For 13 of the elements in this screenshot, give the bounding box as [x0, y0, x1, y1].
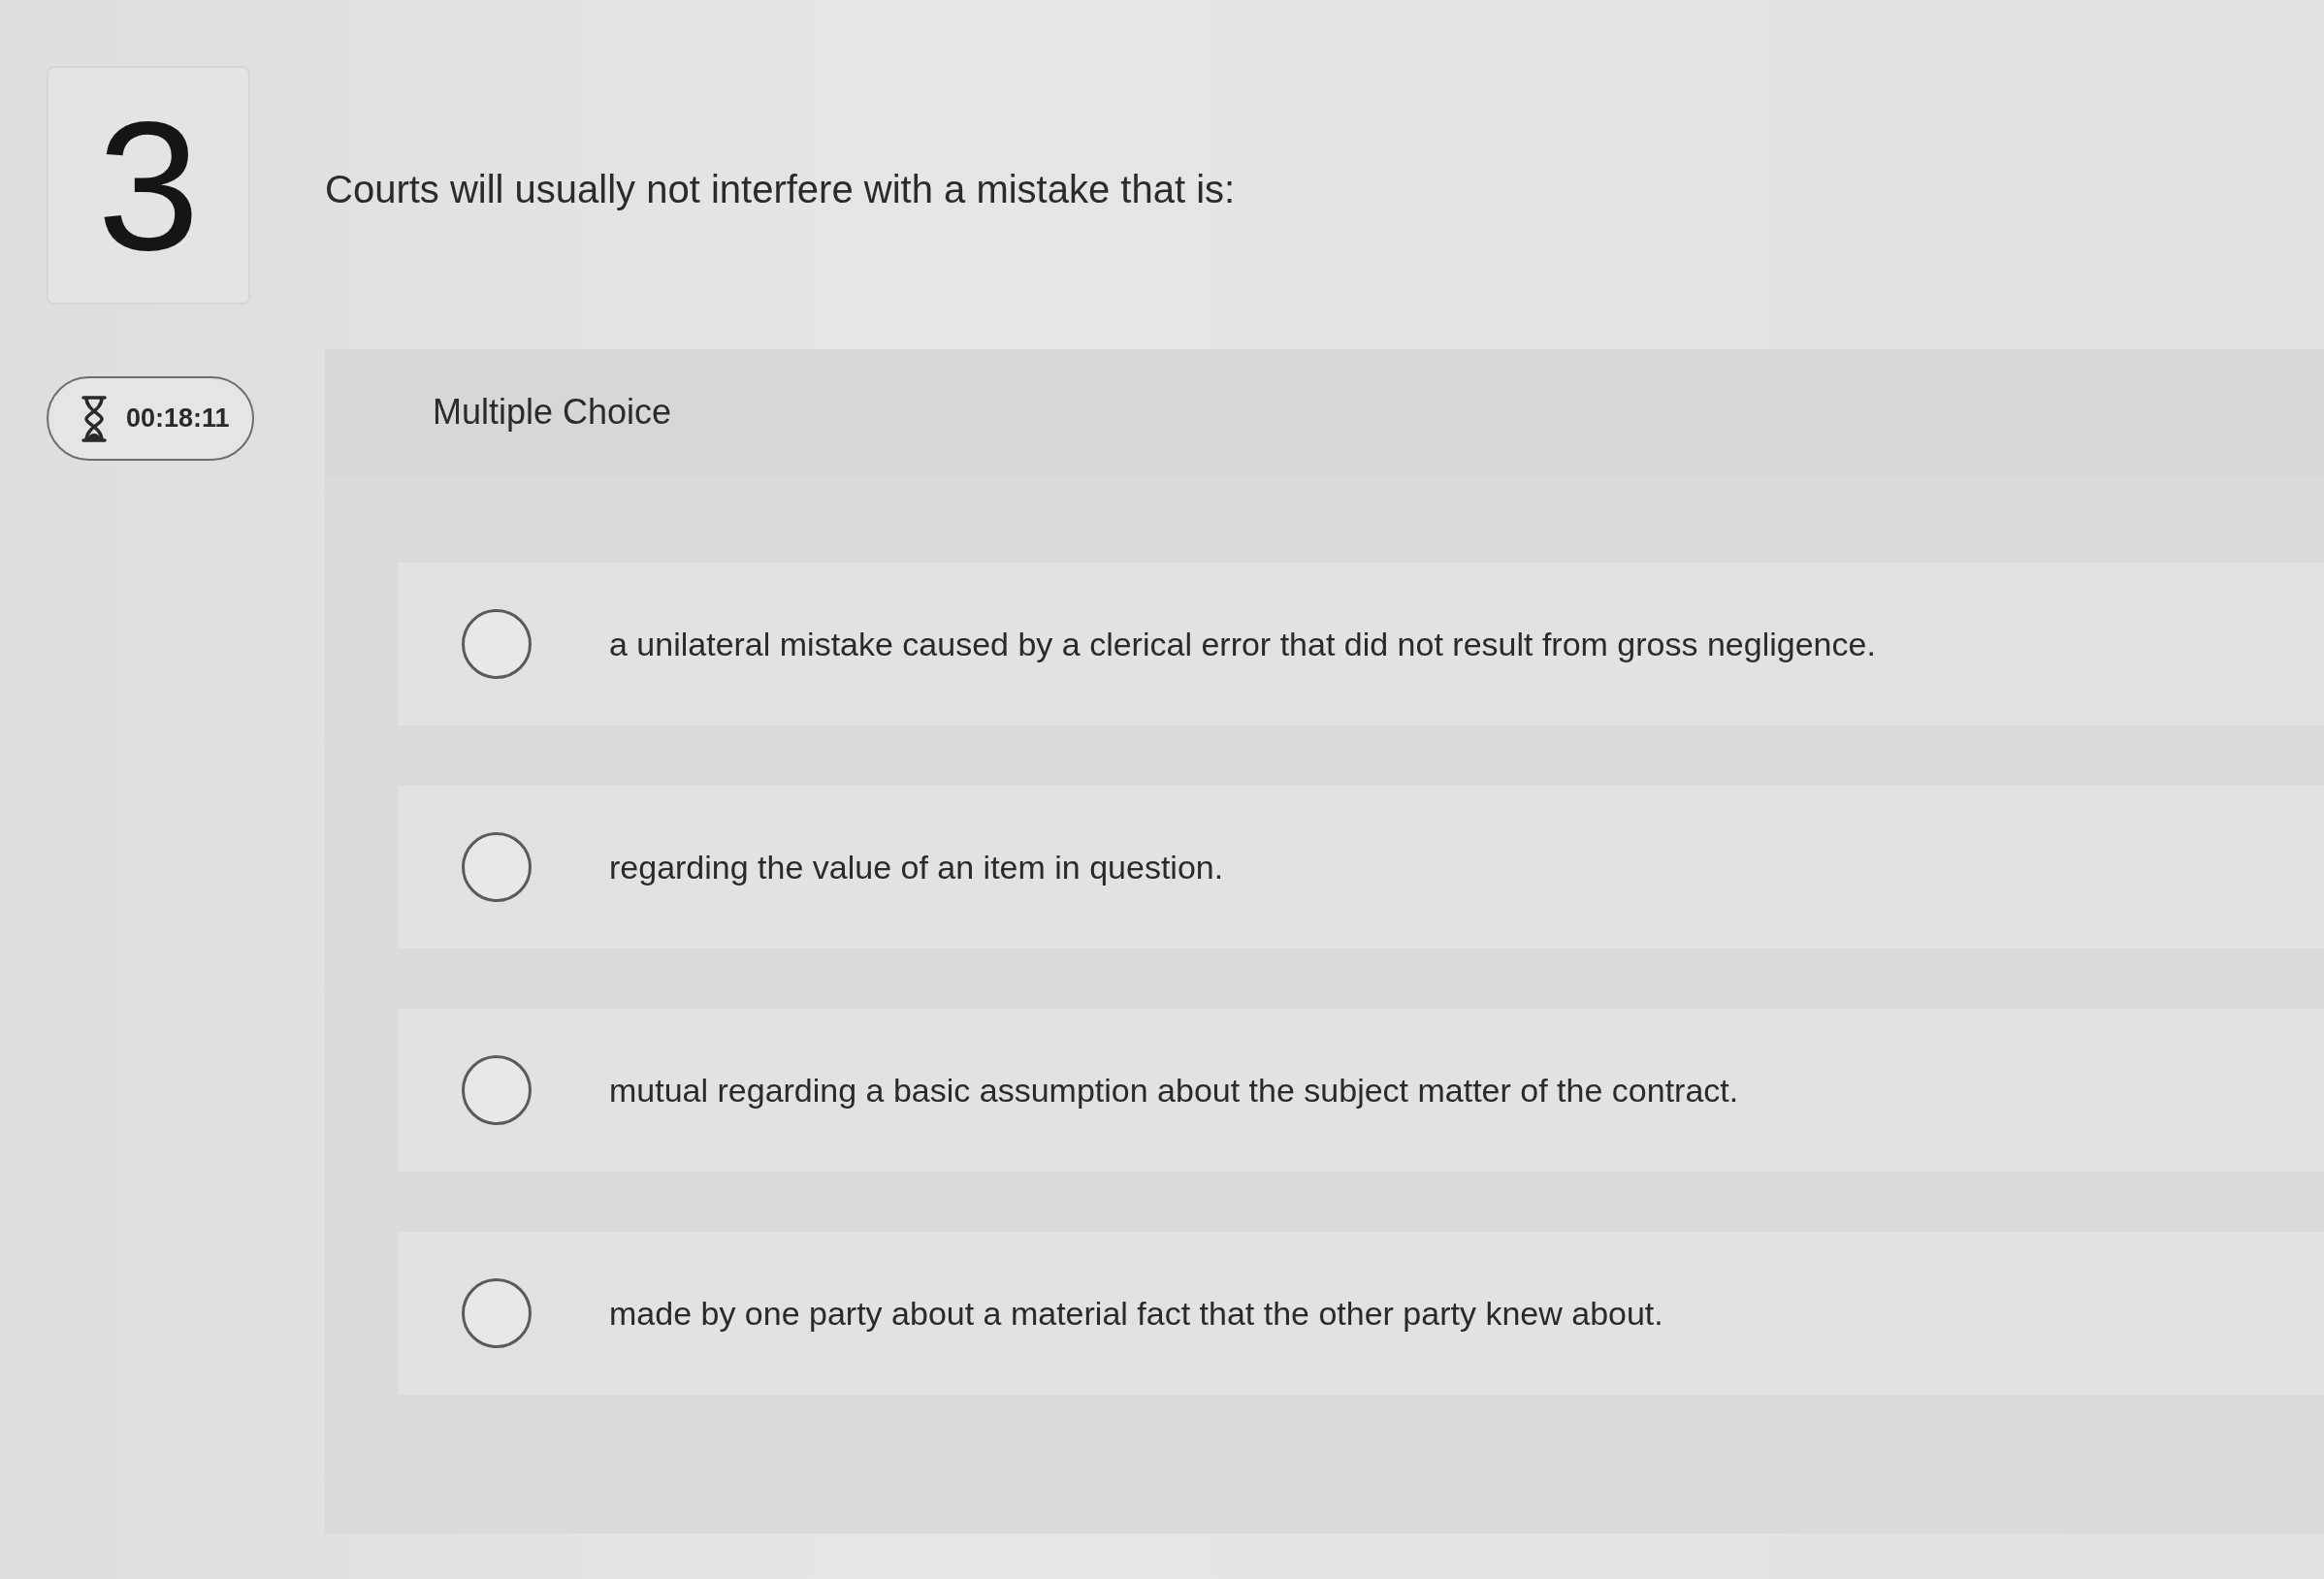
answer-option[interactable]: a unilateral mistake caused by a clerical error that did not result from gross negligence. [398, 563, 2324, 725]
option-text: made by one party about a material fact that the other party knew about. [609, 1294, 1663, 1333]
answer-option[interactable]: mutual regarding a basic assumption about the subject matter of the contract. [398, 1009, 2324, 1172]
answer-option[interactable]: regarding the value of an item in question. [398, 786, 2324, 949]
question-type-label: Multiple Choice [433, 392, 672, 433]
option-text: a unilateral mistake caused by a clerical error that did not result from gross negligence. [609, 625, 1876, 663]
option-text: mutual regarding a basic assumption about the subject matter of the contract. [609, 1071, 1739, 1110]
question-text: Courts will usually not interfere with a mistake that is: [325, 167, 1237, 212]
timer-text: 00:18:11 [126, 403, 230, 434]
option-text: regarding the value of an item in question. [609, 848, 1224, 886]
question-number: 3 [47, 66, 250, 305]
hourglass-icon [80, 394, 109, 443]
answer-option[interactable]: made by one party about a material fact that the other party knew about. [398, 1232, 2324, 1395]
